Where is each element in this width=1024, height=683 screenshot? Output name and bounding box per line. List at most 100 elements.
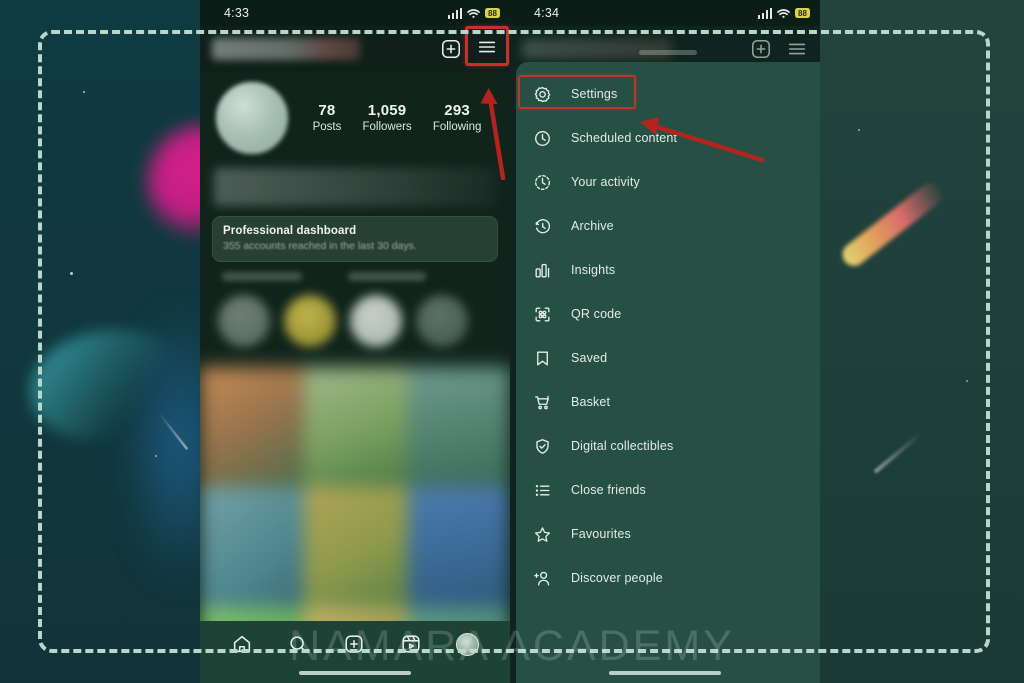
stat-label: Followers (362, 120, 412, 133)
menu-item-label: Your activity (571, 175, 640, 189)
menu-item-label: Basket (571, 395, 611, 409)
username-blurred (212, 38, 360, 60)
home-icon[interactable] (231, 633, 253, 655)
menu-item-scheduled-content[interactable]: Scheduled content (516, 116, 820, 160)
left-status-bar: 4:33 88 (200, 0, 510, 26)
post-thumbnail[interactable] (200, 366, 304, 487)
screenshot-stage: 4:33 88 78 Posts 1,059 Followers 293 Fol… (0, 0, 1024, 683)
wallpaper-star (155, 455, 157, 457)
avatar-icon[interactable] (455, 632, 479, 656)
status-indicators: 88 (757, 7, 810, 19)
professional-dashboard-card[interactable]: Professional dashboard 355 accounts reac… (212, 216, 498, 262)
drag-handle[interactable] (639, 50, 697, 55)
shopping-cart-icon (532, 392, 553, 413)
menu-item-label: Archive (571, 219, 614, 233)
dashboard-subtitle: 355 accounts reached in the last 30 days… (223, 239, 417, 252)
menu-item-label: QR code (571, 307, 622, 321)
menu-item-insights[interactable]: Insights (516, 248, 820, 292)
side-menu-panel: Settings Scheduled content Your activity… (516, 50, 820, 683)
menu-item-your-activity[interactable]: Your activity (516, 160, 820, 204)
header-actions (750, 38, 808, 60)
hamburger-highlight-box (465, 25, 509, 66)
label-blurred (222, 271, 302, 281)
dashboard-title: Professional dashboard (223, 225, 357, 237)
menu-item-basket[interactable]: Basket (516, 380, 820, 424)
post-thumbnail[interactable] (304, 486, 408, 607)
plus-square-icon[interactable] (440, 38, 462, 60)
wallpaper-star (70, 272, 73, 275)
stat-value: 78 (318, 101, 336, 119)
header-actions (440, 25, 509, 66)
hamburger-icon[interactable] (786, 38, 808, 60)
menu-item-close-friends[interactable]: Close friends (516, 468, 820, 512)
story-highlight[interactable] (218, 294, 270, 347)
menu-item-archive[interactable]: Archive (516, 204, 820, 248)
reels-icon[interactable] (400, 633, 422, 655)
plus-square-icon[interactable] (343, 633, 365, 655)
menu-item-qr-code[interactable]: QR code (516, 292, 820, 336)
bar-chart-icon (532, 260, 553, 281)
profile-bio-blurred (214, 168, 496, 206)
post-thumbnail[interactable] (200, 486, 304, 607)
username-blurred (522, 39, 672, 59)
star-icon (532, 524, 553, 545)
stat-followers[interactable]: 1,059 Followers (362, 102, 411, 135)
wifi-icon (777, 8, 790, 18)
right-phone-screenshot: 4:34 88 Settings Scheduled content Your … (510, 0, 820, 683)
stat-value: 293 (444, 101, 470, 119)
wallpaper-star (966, 380, 968, 382)
left-phone-screenshot: 4:33 88 78 Posts 1,059 Followers 293 Fol… (200, 0, 510, 683)
wallpaper-star (83, 91, 85, 93)
cellular-signal-icon (757, 7, 772, 19)
add-person-icon (532, 568, 553, 589)
stat-value: 1,059 (367, 101, 407, 119)
menu-item-label: Favourites (571, 527, 631, 541)
stat-posts[interactable]: 78 Posts (313, 102, 342, 135)
menu-item-favourites[interactable]: Favourites (516, 512, 820, 556)
menu-item-label: Close friends (571, 483, 646, 497)
menu-item-label: Saved (571, 351, 608, 365)
post-thumbnail[interactable] (304, 366, 408, 487)
hamburger-menu-button[interactable] (465, 25, 509, 66)
profile-stats: 78 Posts 1,059 Followers 293 Following (302, 102, 496, 135)
archive-clock-icon (532, 216, 553, 237)
post-thumbnail[interactable] (408, 366, 510, 487)
right-status-bar: 4:34 88 (510, 0, 820, 26)
battery-indicator: 88 (795, 7, 810, 19)
stat-label: Posts (312, 120, 342, 133)
story-highlight-labels (200, 262, 510, 281)
search-icon[interactable] (287, 633, 309, 655)
story-highlight[interactable] (350, 294, 402, 347)
menu-item-label: Insights (571, 263, 616, 277)
clock-icon (532, 128, 553, 149)
wifi-icon (467, 8, 480, 18)
profile-summary-row: 78 Posts 1,059 Followers 293 Following (200, 72, 510, 160)
menu-item-digital-collectibles[interactable]: Digital collectibles (516, 424, 820, 468)
menu-item-saved[interactable]: Saved (516, 336, 820, 380)
story-highlight[interactable] (284, 294, 336, 347)
list-icon (532, 480, 553, 501)
cellular-signal-icon (447, 7, 462, 19)
story-highlights-row (200, 281, 510, 355)
status-time: 4:33 (224, 6, 250, 20)
home-indicator (609, 671, 721, 675)
plus-square-icon[interactable] (750, 38, 772, 60)
post-thumbnail[interactable] (408, 486, 510, 607)
menu-item-label: Scheduled content (571, 131, 678, 145)
wallpaper-right-region (808, 0, 1024, 683)
menu-item-label: Discover people (571, 571, 663, 585)
stat-label: Following (432, 120, 482, 133)
left-bottom-nav (200, 621, 510, 683)
activity-clock-icon (532, 172, 553, 193)
menu-item-settings[interactable]: Settings (516, 72, 820, 116)
right-bottom-nav (510, 621, 820, 683)
battery-indicator: 88 (485, 7, 500, 19)
status-time: 4:34 (534, 6, 560, 20)
qr-code-icon (532, 304, 553, 325)
menu-item-discover-people[interactable]: Discover people (516, 556, 820, 600)
story-highlight[interactable] (416, 294, 468, 347)
home-indicator (299, 671, 411, 675)
avatar[interactable] (214, 80, 290, 156)
stat-following[interactable]: 293 Following (433, 102, 482, 135)
settings-highlight-box (518, 75, 636, 109)
